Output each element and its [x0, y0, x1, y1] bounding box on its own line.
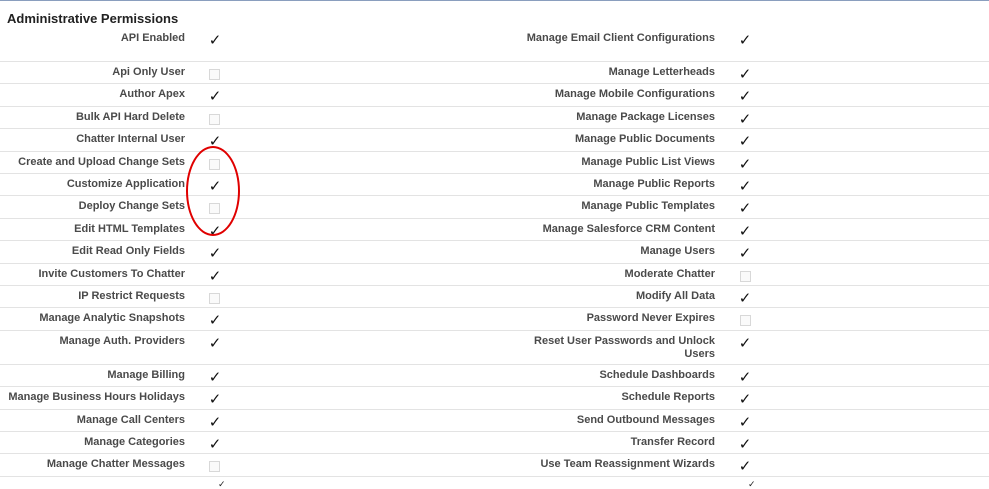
cropped-checkmark-icon-right: ✓ — [748, 479, 756, 489]
permission-row: Manage Auth. Providers ✓ Reset User Passwo… — [0, 331, 989, 365]
permission-label: Manage Salesforce CRM Content — [542, 222, 715, 235]
permission-label: Moderate Chatter — [624, 267, 715, 280]
permission-label: Customize Application — [66, 178, 185, 190]
checkmark-icon: ✓ — [738, 154, 752, 173]
checkmark-icon: ✓ — [738, 435, 752, 453]
checkmark-icon: ✓ — [208, 87, 222, 106]
permission-label: Manage Mobile Configurations — [554, 88, 715, 101]
checkmark-icon: ✓ — [738, 199, 752, 218]
permission-row: Invite Customers To Chatter ✓ Moderate Cha… — [0, 264, 989, 286]
checkmark-icon: ✓ — [738, 333, 752, 352]
empty-checkbox-icon — [209, 293, 220, 304]
empty-checkbox-icon — [209, 69, 220, 80]
permission-row: Manage Billing ✓ Schedule Dashboards ✓ — [0, 365, 989, 388]
permission-row: Deploy Change Sets Manage Public Template… — [0, 196, 989, 219]
permission-row: Api Only User Manage Letterheads ✓ — [0, 62, 989, 85]
checkmark-icon: ✓ — [208, 244, 222, 263]
checkmark-icon: ✓ — [208, 367, 222, 386]
permission-label: Manage Letterheads — [608, 66, 715, 78]
permission-label: Create and Upload Change Sets — [18, 155, 185, 168]
checkmark-icon: ✓ — [738, 177, 752, 195]
permission-row: Author Apex ✓ Manage Mobile Configurations… — [0, 84, 989, 107]
permission-label: Manage Auth. Providers — [59, 334, 185, 347]
checkmark-icon: ✓ — [208, 311, 222, 330]
checkmark-icon: ✓ — [738, 65, 752, 83]
checkmark-icon: ✓ — [738, 244, 752, 263]
permission-label: Invite Customers To Chatter — [38, 267, 186, 280]
empty-checkbox-icon — [740, 315, 751, 327]
checkmark-icon: ✓ — [738, 87, 752, 106]
permission-label: IP Restrict Requests — [78, 290, 185, 302]
permission-label: Chatter Internal User — [76, 133, 185, 146]
permission-row: Bulk API Hard Delete Manage Package Licen… — [0, 107, 989, 130]
section-title: Administrative Permissions — [7, 11, 179, 26]
permission-label: Manage Business Hours Holidays — [8, 391, 185, 404]
permission-label: Author Apex — [119, 88, 185, 101]
checkmark-icon: ✓ — [738, 132, 752, 151]
empty-checkbox-icon — [209, 461, 220, 473]
permission-label: Edit Read Only Fields — [71, 245, 185, 258]
checkmark-icon: ✓ — [208, 390, 222, 409]
checkmark-icon: ✓ — [738, 367, 752, 386]
permission-label: Manage Public Documents — [575, 133, 715, 146]
permission-label: Manage Public Templates — [581, 200, 715, 213]
permission-label: Manage Public List Views — [581, 155, 715, 168]
permission-label: Manage Categories — [84, 436, 185, 448]
checkmark-icon: ✓ — [738, 412, 752, 431]
permission-label: Password Never Expires — [586, 312, 715, 325]
permission-label: Schedule Reports — [621, 391, 715, 404]
permission-label: Api Only User — [112, 66, 185, 78]
permission-row: Create and Upload Change Sets Manage Publ… — [0, 152, 989, 174]
permission-label: Deploy Change Sets — [78, 200, 185, 213]
permission-label: Manage Analytic Snapshots — [39, 312, 185, 325]
permission-label: Reset User Passwords and Unlock Users — [534, 334, 715, 360]
checkmark-icon: ✓ — [208, 333, 222, 352]
permission-row: Manage Analytic Snapshots ✓ Password Never… — [0, 308, 989, 331]
permission-row: API Enabled ✓ Manage Email Client Configur… — [0, 28, 989, 62]
permission-label: Send Outbound Messages — [576, 413, 715, 426]
permission-row: Chatter Internal User ✓ Manage Public Docu… — [0, 129, 989, 152]
checkmark-icon: ✓ — [208, 266, 222, 285]
permission-row: Edit Read Only Fields ✓ Manage Users ✓ — [0, 241, 989, 264]
empty-checkbox-icon — [740, 270, 751, 282]
permission-row: Manage Business Hours Holidays ✓ Schedule … — [0, 387, 989, 410]
permission-label: Modify All Data — [635, 290, 715, 302]
checkmark-icon: ✓ — [738, 31, 752, 49]
permission-label: Manage Email Client Configurations — [526, 32, 715, 44]
row-divider — [0, 475, 989, 477]
checkmark-icon: ✓ — [738, 289, 752, 307]
empty-checkbox-icon — [209, 113, 220, 125]
permission-row: Customize Application ✓ Manage Public Repo… — [0, 174, 989, 197]
permission-label: Transfer Record — [630, 436, 715, 448]
permission-row: Manage Chatter Messages Use Team Reassign… — [0, 454, 989, 477]
checkmark-icon: ✓ — [738, 221, 752, 240]
permission-label: Use Team Reassignment Wizards — [540, 458, 715, 471]
red-annotation-circle — [186, 146, 240, 236]
permission-row: IP Restrict Requests Modify All Data ✓ — [0, 286, 989, 309]
checkmark-icon: ✓ — [208, 435, 222, 453]
checkmark-icon: ✓ — [208, 31, 222, 49]
permission-label: Bulk API Hard Delete — [75, 110, 185, 123]
cropped-checkmark-icon-left: ✓ — [218, 479, 226, 489]
permission-label: Manage Public Reports — [593, 178, 715, 190]
permission-label: Schedule Dashboards — [599, 368, 715, 381]
permission-label: Manage Chatter Messages — [46, 458, 185, 471]
permission-row: Manage Call Centers ✓ Send Outbound Messag… — [0, 410, 989, 432]
permission-label: Manage Package Licenses — [576, 110, 715, 123]
permission-label: API Enabled — [120, 32, 185, 44]
checkmark-icon: ✓ — [738, 390, 752, 409]
permission-label: Edit HTML Templates — [74, 222, 185, 235]
permissions-section-header: Administrative Permissions — [0, 0, 989, 28]
checkmark-icon: ✓ — [208, 412, 222, 431]
permission-label: Manage Billing — [107, 368, 185, 381]
permission-label: Manage Users — [640, 245, 715, 258]
permission-label: Manage Call Centers — [76, 413, 185, 426]
permission-row: Edit HTML Templates ✓ Manage Salesforce CR… — [0, 219, 989, 242]
checkmark-icon: ✓ — [738, 457, 752, 476]
permission-row: Manage Categories ✓ Transfer Record ✓ — [0, 432, 989, 455]
checkmark-icon: ✓ — [738, 109, 752, 128]
